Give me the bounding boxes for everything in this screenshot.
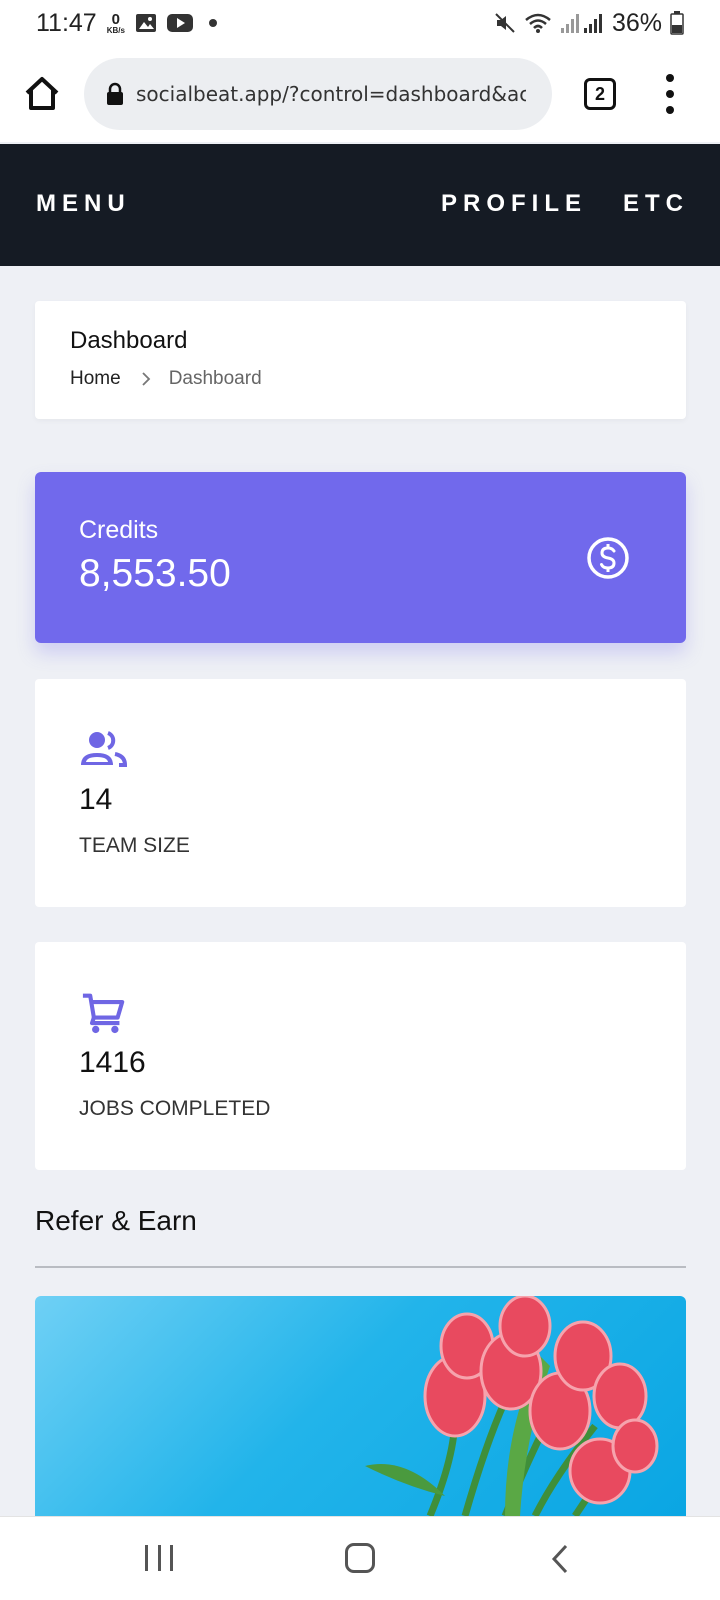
status-bar: 11:47 0 KB/s 36% [0,0,720,46]
more-dot [666,74,674,82]
team-size-card: 14 TEAM SIZE [35,679,686,907]
battery-icon [670,11,684,35]
refer-earn-heading: Refer & Earn [35,1205,197,1236]
data-rate-value: 0 [111,10,120,28]
image-icon [135,13,157,33]
tab-count: 2 [594,83,605,104]
team-size-label: TEAM SIZE [79,834,190,857]
status-left: 11:47 0 KB/s [36,9,217,38]
data-rate-indicator: 0 KB/s [107,12,125,35]
lock-icon [107,82,123,105]
tab-switcher-button[interactable]: 2 [584,78,616,110]
breadcrumb-card: Dashboard Home Dashboard [35,301,686,419]
credits-value: 8,553.50 [79,552,231,595]
home-icon [25,77,59,110]
cart-icon [82,993,125,1034]
back-arrow-icon [551,1544,568,1574]
address-bar[interactable]: socialbeat.app/?control=dashboard&acti [84,58,552,130]
refer-banner-image[interactable] [35,1296,686,1516]
chevron-right-icon [141,371,151,387]
nav-menu-link[interactable]: MENU [36,190,131,218]
youtube-icon [166,13,193,33]
app-navbar: MENU PROFILE ETC [0,144,720,266]
system-nav-bar [0,1516,720,1600]
recent-apps-icon [157,1545,161,1571]
more-dot [666,106,674,114]
wifi-icon [524,12,552,34]
data-rate-unit: KB/s [106,25,125,35]
jobs-completed-value: 1416 [79,1046,146,1079]
team-icon [81,731,127,767]
more-dot [666,90,674,98]
recent-apps-icon [145,1545,148,1571]
battery-percent: 36% [611,8,662,37]
nav-etc-link[interactable]: ETC [623,190,689,218]
mute-icon [494,12,516,34]
team-size-value: 14 [79,783,113,816]
dollar-circle-icon [587,537,629,579]
status-right: 36% [494,9,684,38]
browser-more-button[interactable] [660,74,680,114]
notification-dot [208,19,217,27]
browser-toolbar: socialbeat.app/?control=dashboard&acti 2 [0,46,720,142]
jobs-completed-label: JOBS COMPLETED [79,1097,271,1120]
credits-label: Credits [79,516,159,544]
system-back-button[interactable] [548,1543,572,1575]
recent-apps-icon [170,1545,173,1571]
recent-apps-button[interactable] [145,1545,173,1573]
section-divider [35,1266,686,1268]
breadcrumb-home-link[interactable]: Home [70,368,121,390]
jobs-completed-card: 1416 JOBS COMPLETED [35,942,686,1170]
credits-card: Credits 8,553.50 [35,472,686,643]
signal-icon [560,12,604,34]
url-text: socialbeat.app/?control=dashboard&acti [136,82,526,106]
nav-profile-link[interactable]: PROFILE [441,190,587,218]
browser-home-button[interactable] [22,74,62,114]
page-title: Dashboard [70,327,188,354]
system-home-button[interactable] [345,1543,375,1573]
tulips-illustration [365,1296,659,1516]
breadcrumb-current: Dashboard [168,368,262,389]
status-time: 11:47 [36,8,97,37]
breadcrumb: Home Dashboard [70,368,262,390]
